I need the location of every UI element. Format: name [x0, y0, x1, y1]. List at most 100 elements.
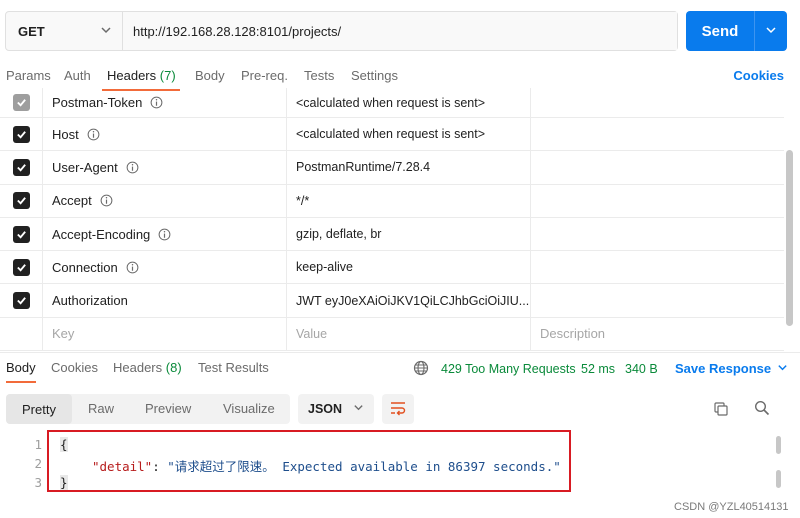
format-toggle: Pretty Raw Preview Visualize	[6, 394, 290, 424]
row-checkbox-cell	[0, 151, 43, 184]
wrap-lines-icon	[389, 400, 407, 419]
row-checkbox-cell	[0, 317, 43, 351]
tab-response-body[interactable]: Body	[6, 360, 36, 375]
header-key: User-Agent	[52, 159, 118, 175]
header-value-cell[interactable]: <calculated when request is sent>	[287, 88, 531, 117]
header-key-cell[interactable]: User-Agent	[43, 151, 287, 184]
table-row[interactable]: User-Agent PostmanRuntime/7.28.4	[0, 151, 784, 185]
cookies-link[interactable]: Cookies	[733, 68, 784, 83]
row-checkbox[interactable]	[12, 292, 30, 310]
tab-tests[interactable]: Tests	[304, 68, 334, 83]
header-value-cell[interactable]: gzip, deflate, br	[287, 217, 531, 251]
header-key: Postman-Token	[52, 95, 143, 110]
watermark: CSDN @YZL40514131	[674, 501, 789, 513]
active-tab-indicator	[6, 381, 36, 383]
row-checkbox[interactable]	[12, 258, 30, 276]
response-size[interactable]: 340 B	[625, 362, 658, 376]
tab-response-cookies[interactable]: Cookies	[51, 360, 98, 375]
status-badge[interactable]: 429 Too Many Requests	[441, 362, 576, 376]
response-time[interactable]: 52 ms	[581, 362, 615, 376]
row-checkbox[interactable]	[12, 125, 30, 143]
header-value-cell[interactable]: JWT eyJ0eXAiOiJKV1QiLCJhbGciOiJIU...	[287, 284, 531, 317]
send-button[interactable]: Send	[686, 11, 754, 51]
info-icon[interactable]	[126, 261, 139, 274]
header-description-cell[interactable]	[531, 185, 784, 217]
row-checkbox-cell	[0, 184, 43, 217]
wrap-lines-button[interactable]	[382, 394, 414, 424]
table-row-placeholder[interactable]: Key Value Description	[0, 317, 784, 352]
row-checkbox-cell	[0, 118, 43, 151]
header-key-cell[interactable]: Accept-Encoding	[43, 217, 287, 251]
save-response-label: Save Response	[675, 361, 772, 376]
format-preview-button[interactable]: Preview	[145, 401, 191, 416]
header-key: Host	[52, 126, 79, 142]
info-icon[interactable]	[126, 161, 139, 174]
info-icon[interactable]	[150, 96, 163, 109]
header-value-cell[interactable]: */*	[287, 184, 531, 217]
method-label: GET	[18, 23, 45, 39]
header-value: gzip, deflate, br	[296, 227, 382, 242]
table-row[interactable]: Host <calculated when request is sent>	[0, 118, 784, 152]
tab-test-results[interactable]: Test Results	[198, 360, 269, 375]
table-row[interactable]: Accept-Encoding gzip, deflate, br	[0, 217, 784, 252]
tab-response-headers[interactable]: Headers (8)	[113, 360, 182, 375]
header-description-cell[interactable]	[531, 251, 784, 283]
row-checkbox[interactable]	[12, 225, 30, 243]
header-description-cell[interactable]	[531, 218, 784, 250]
tab-response-headers-label: Headers	[113, 360, 163, 375]
header-value-cell[interactable]: keep-alive	[287, 251, 531, 284]
scrollbar[interactable]	[776, 470, 781, 488]
header-description-cell[interactable]	[531, 151, 784, 183]
new-description-input[interactable]: Description	[531, 318, 784, 350]
tab-auth[interactable]: Auth	[64, 68, 91, 83]
tab-settings[interactable]: Settings	[351, 68, 398, 83]
header-description-cell[interactable]	[531, 284, 784, 316]
info-icon[interactable]	[158, 228, 171, 241]
info-icon[interactable]	[87, 128, 100, 141]
table-row[interactable]: Accept */*	[0, 184, 784, 218]
response-tabs: Body Cookies Headers (8) Test Results 42…	[0, 354, 800, 384]
scrollbar[interactable]	[786, 150, 793, 326]
method-select[interactable]: GET	[6, 12, 123, 50]
language-select[interactable]: JSON	[298, 394, 374, 424]
header-value-cell[interactable]: <calculated when request is sent>	[287, 118, 531, 151]
row-checkbox[interactable]	[12, 94, 30, 111]
scrollbar[interactable]	[776, 436, 781, 454]
tab-headers[interactable]: Headers (7)	[107, 68, 176, 83]
new-value-input[interactable]: Value	[287, 317, 531, 351]
line-number: 3	[34, 475, 42, 490]
header-key-cell[interactable]: Host	[43, 118, 287, 151]
tab-prereq[interactable]: Pre-req.	[241, 68, 288, 83]
table-row[interactable]: Postman-Token <calculated when request is…	[0, 88, 784, 118]
header-description-cell[interactable]	[531, 88, 784, 117]
format-pretty-button[interactable]: Pretty	[6, 394, 72, 424]
format-visualize-button[interactable]: Visualize	[223, 401, 275, 416]
format-raw-button[interactable]: Raw	[88, 401, 114, 416]
tab-headers-count: (7)	[159, 68, 176, 83]
header-key-cell[interactable]: Connection	[43, 251, 287, 284]
header-value: JWT eyJ0eXAiOiJKV1QiLCJhbGciOiJIU...	[296, 293, 530, 308]
send-button-group: Send	[686, 11, 787, 51]
table-row[interactable]: Connection keep-alive	[0, 251, 784, 285]
new-key-input[interactable]: Key	[43, 317, 287, 351]
header-key-cell[interactable]: Authorization	[43, 284, 287, 317]
tab-params[interactable]: Params	[6, 68, 51, 83]
header-value-cell[interactable]: PostmanRuntime/7.28.4	[287, 151, 531, 184]
row-checkbox[interactable]	[12, 192, 30, 210]
globe-icon[interactable]	[413, 360, 429, 379]
tab-body[interactable]: Body	[195, 68, 225, 83]
save-response-button[interactable]: Save Response	[675, 361, 788, 376]
table-row[interactable]: Authorization JWT eyJ0eXAiOiJKV1QiLCJhbGc…	[0, 284, 784, 318]
send-options-button[interactable]	[754, 11, 787, 51]
header-key-cell[interactable]: Postman-Token	[43, 88, 287, 117]
header-key: Accept	[52, 193, 92, 209]
header-key-cell[interactable]: Accept	[43, 184, 287, 217]
chevron-down-icon	[765, 24, 777, 39]
row-checkbox[interactable]	[12, 158, 30, 176]
url-input[interactable]: http://192.168.28.128:8101/projects/	[123, 12, 677, 50]
check-icon	[16, 295, 27, 306]
header-description-cell[interactable]	[531, 118, 784, 150]
copy-icon[interactable]	[713, 401, 729, 420]
search-icon[interactable]	[754, 400, 770, 419]
info-icon[interactable]	[100, 194, 113, 207]
